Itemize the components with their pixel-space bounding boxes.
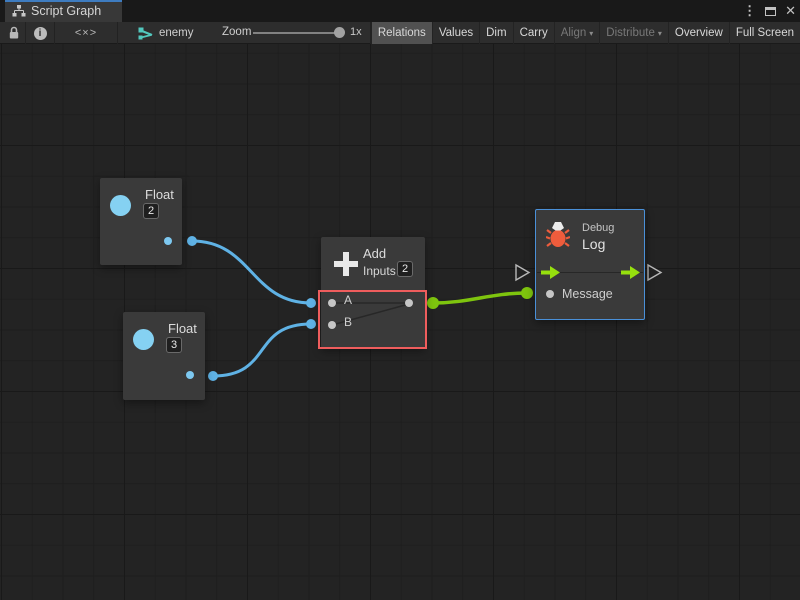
node-title: Float	[145, 187, 174, 202]
node-add[interactable]: Add Inputs 2 A B	[321, 237, 425, 348]
chevron-down-icon: ▾	[589, 23, 593, 44]
wire-endpoint	[187, 236, 197, 246]
node-debug-log[interactable]: Debug Log Message	[535, 209, 645, 320]
wire-endpoint	[208, 371, 218, 381]
port-label-a: A	[344, 293, 352, 307]
lock-icon	[8, 26, 20, 40]
toolbar-button-relations[interactable]: Relations	[371, 22, 432, 44]
toolbar-button-overview[interactable]: Overview	[668, 22, 729, 44]
toolbar-separator	[54, 22, 55, 44]
graph-reference[interactable]: enemy	[138, 22, 194, 44]
wire-endpoint	[427, 297, 439, 309]
flow-in-triangle-icon[interactable]	[516, 265, 529, 280]
zoom-value: 1x	[350, 26, 362, 38]
toolbar-button-distribute[interactable]: Distribute ▾	[599, 22, 668, 44]
float-value-field[interactable]: 3	[166, 337, 182, 353]
tab-script-graph[interactable]: Script Graph	[5, 0, 122, 22]
script-graph-asset-icon	[138, 27, 154, 40]
node-title: Log	[582, 236, 605, 252]
message-input-port[interactable]	[546, 290, 554, 298]
plus-icon	[333, 251, 359, 277]
wire-endpoint	[306, 298, 316, 308]
toolbar-separator	[117, 22, 118, 44]
toolbar-button-dim[interactable]: Dim	[479, 22, 512, 44]
toolbar-separator	[25, 22, 26, 44]
node-title: Add	[363, 246, 386, 261]
tab-title: Script Graph	[31, 4, 101, 18]
output-port[interactable]	[186, 371, 194, 379]
graph-hierarchy-icon	[12, 5, 26, 17]
code-brackets-icon: <×>	[75, 27, 97, 39]
toolbar-button-align[interactable]: Align ▾	[554, 22, 600, 44]
graph-canvas[interactable]: Float 2 Float 3 Add Inputs 2 A	[0, 44, 800, 600]
input-port-b[interactable]	[328, 321, 336, 329]
wire-float3-to-b	[213, 324, 311, 376]
output-port[interactable]	[164, 237, 172, 245]
window-controls: ⋮ ✕	[743, 0, 796, 22]
flow-in-arrow-icon[interactable]	[541, 265, 561, 280]
tab-bar: Script Graph ⋮ ✕	[0, 0, 800, 22]
float-value-field[interactable]: 2	[143, 203, 159, 219]
float-value-icon	[133, 329, 154, 350]
input-port-a[interactable]	[328, 299, 336, 307]
flow-out-arrow-icon[interactable]	[621, 265, 641, 280]
close-icon[interactable]: ✕	[785, 0, 796, 22]
graph-name-label: enemy	[159, 27, 194, 39]
wire-endpoint	[521, 287, 533, 299]
wire-float2-to-a	[192, 241, 311, 303]
toolbar-button-carry[interactable]: Carry	[513, 22, 554, 44]
node-float-3[interactable]: Float 3	[123, 312, 205, 400]
toolbar-buttons: Relations Values Dim Carry Align ▾ Distr…	[371, 22, 800, 44]
info-button[interactable]: i	[27, 22, 53, 44]
node-float-2[interactable]: Float 2	[100, 178, 182, 265]
toolbar-button-values[interactable]: Values	[432, 22, 479, 44]
zoom-slider-handle[interactable]	[334, 27, 345, 38]
port-label-b: B	[344, 315, 352, 329]
float-value-icon	[110, 195, 131, 216]
node-category: Debug	[582, 222, 614, 234]
edit-source-button[interactable]: <×>	[56, 22, 116, 44]
output-port[interactable]	[405, 299, 413, 307]
message-port-label: Message	[562, 287, 613, 301]
info-icon: i	[34, 27, 47, 40]
wire-add-to-message	[433, 293, 527, 303]
toolbar-button-fullscreen[interactable]: Full Screen	[729, 22, 800, 44]
bug-icon	[546, 221, 570, 249]
zoom-slider-track[interactable]	[253, 32, 339, 34]
inputs-count-field[interactable]: 2	[397, 261, 413, 277]
graph-toolbar: i <×> enemy Zoom 1x Relations Values Dim…	[0, 22, 800, 44]
maximize-icon[interactable]	[765, 7, 776, 16]
lock-button[interactable]	[4, 22, 24, 44]
inputs-label: Inputs	[363, 264, 396, 278]
window-menu-icon[interactable]: ⋮	[743, 0, 756, 22]
node-title: Float	[168, 321, 197, 336]
flow-out-triangle-icon[interactable]	[648, 265, 661, 280]
zoom-label: Zoom	[222, 26, 251, 38]
wire-endpoint	[306, 319, 316, 329]
script-graph-window: Script Graph ⋮ ✕ i <×>	[0, 0, 800, 600]
chevron-down-icon: ▾	[658, 23, 662, 44]
